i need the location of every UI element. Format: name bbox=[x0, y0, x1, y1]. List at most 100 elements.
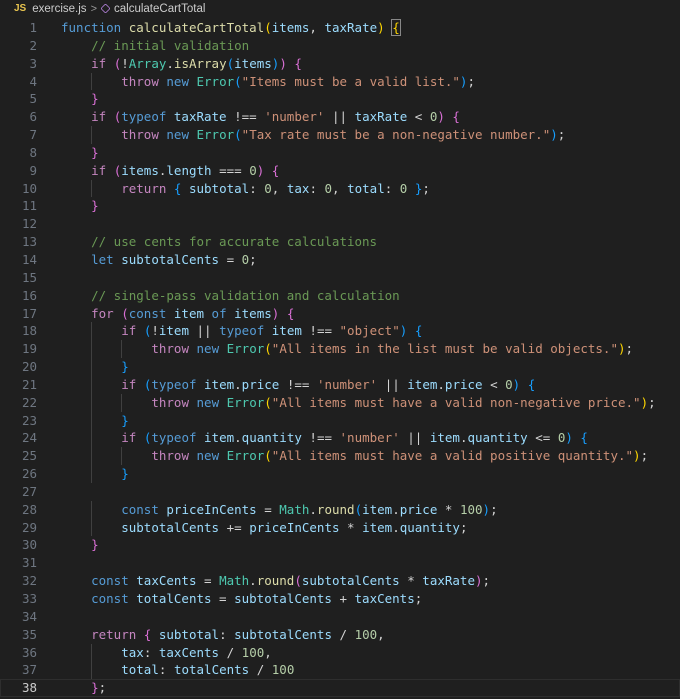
code-token: typeof bbox=[219, 323, 272, 339]
line-number[interactable]: 31 bbox=[0, 554, 37, 572]
code-line[interactable]: 17 for (const item of items) { bbox=[0, 305, 680, 323]
editor-text-area[interactable]: 1 function calculateCartTotal(items, taxR… bbox=[0, 19, 680, 699]
code-line[interactable]: 21 if (typeof item.price !== 'number' || … bbox=[0, 375, 680, 394]
code-line[interactable]: 35 return { subtotal: subtotalCents / 100… bbox=[0, 626, 680, 644]
code-token: if bbox=[91, 162, 114, 178]
line-number[interactable]: 14 bbox=[0, 251, 37, 269]
line-number[interactable]: 10 bbox=[0, 180, 37, 198]
line-number[interactable]: 18 bbox=[0, 322, 37, 340]
code-line[interactable]: 18 if (!item || typeof item !== "object")… bbox=[0, 322, 680, 341]
code-token: { bbox=[527, 376, 536, 392]
code-line[interactable]: 34 bbox=[0, 608, 680, 626]
line-number[interactable]: 2 bbox=[0, 37, 37, 55]
line-number[interactable]: 34 bbox=[0, 608, 37, 626]
line-number[interactable]: 3 bbox=[0, 55, 37, 73]
breadcrumb-symbol[interactable]: calculateCartTotal bbox=[114, 3, 205, 15]
line-number[interactable]: 6 bbox=[0, 108, 37, 126]
code-line[interactable]: 19 throw new Error("All items in the list… bbox=[0, 340, 680, 359]
code-line[interactable]: 28 const priceInCents = Math.round(item.p… bbox=[0, 500, 680, 519]
code-text: } bbox=[121, 412, 129, 430]
code-token: { bbox=[286, 305, 295, 321]
code-token: } bbox=[91, 537, 99, 553]
code-line[interactable]: 14 let subtotalCents = 0; bbox=[0, 251, 680, 269]
line-number[interactable]: 22 bbox=[0, 394, 37, 412]
line-number[interactable]: 27 bbox=[0, 483, 37, 501]
breadcrumb-file[interactable]: exercise.js bbox=[32, 3, 86, 15]
code-token: isArray bbox=[173, 55, 227, 71]
code-line[interactable]: 3 if (!Array.isArray(items)) { bbox=[0, 55, 680, 73]
code-line[interactable]: 38}; bbox=[0, 679, 680, 698]
code-line[interactable]: 27 bbox=[0, 483, 680, 501]
code-line[interactable]: 20} bbox=[0, 358, 680, 376]
code-line[interactable]: 31 bbox=[0, 554, 680, 572]
code-token: "All items in the list must be valid obj… bbox=[271, 341, 618, 357]
code-token: throw bbox=[121, 73, 167, 89]
line-number[interactable]: 16 bbox=[0, 287, 37, 305]
code-token: new bbox=[166, 127, 197, 143]
code-line[interactable]: 30} bbox=[0, 536, 680, 554]
code-line[interactable]: 2 // initial validation bbox=[0, 37, 680, 55]
line-number[interactable]: 33 bbox=[0, 590, 37, 608]
code-line[interactable]: 1 function calculateCartTotal(items, taxR… bbox=[0, 19, 680, 37]
code-line[interactable]: 6 if (typeof taxRate !== 'number' || taxR… bbox=[0, 108, 680, 126]
code-text: function calculateCartTotal(items, taxRa… bbox=[61, 19, 401, 37]
line-number[interactable]: 23 bbox=[0, 412, 37, 430]
line-number[interactable]: 17 bbox=[0, 305, 37, 323]
line-number[interactable]: 28 bbox=[0, 501, 37, 519]
line-number[interactable]: 21 bbox=[0, 376, 37, 394]
line-number[interactable]: 32 bbox=[0, 572, 37, 590]
line-number[interactable]: 29 bbox=[0, 519, 37, 537]
code-line[interactable]: 11} bbox=[0, 197, 680, 215]
line-number[interactable]: 38 bbox=[0, 679, 37, 697]
code-line[interactable]: 23} bbox=[0, 411, 680, 430]
line-number[interactable]: 12 bbox=[0, 215, 37, 233]
line-number[interactable]: 1 bbox=[0, 19, 37, 37]
line-number[interactable]: 13 bbox=[0, 233, 37, 251]
line-number[interactable]: 36 bbox=[0, 644, 37, 662]
code-line[interactable]: 26} bbox=[0, 465, 680, 483]
line-number[interactable]: 24 bbox=[0, 429, 37, 447]
code-line[interactable]: 33 const totalCents = subtotalCents + tax… bbox=[0, 590, 680, 608]
code-line[interactable]: 9 if (items.length === 0) { bbox=[0, 162, 680, 180]
line-number[interactable]: 37 bbox=[0, 661, 37, 679]
line-number[interactable]: 30 bbox=[0, 536, 37, 554]
code-line[interactable]: 32 const taxCents = Math.round(subtotalCe… bbox=[0, 572, 680, 590]
code-line[interactable]: 25 throw new Error("All items must have a… bbox=[0, 447, 680, 466]
code-token: . bbox=[437, 376, 445, 392]
code-token: priceInCents bbox=[166, 501, 257, 517]
code-line[interactable]: 7 throw new Error("Tax rate must be a non… bbox=[0, 126, 680, 144]
code-line[interactable]: 24 if (typeof item.quantity !== 'number' … bbox=[0, 429, 680, 448]
code-line[interactable]: 16 // single-pass validation and calculat… bbox=[0, 287, 680, 305]
code-line[interactable]: 37 total: totalCents / 100 bbox=[0, 661, 680, 680]
line-number[interactable]: 11 bbox=[0, 197, 37, 215]
code-line[interactable]: 8} bbox=[0, 144, 680, 162]
line-number[interactable]: 4 bbox=[0, 73, 37, 91]
line-number[interactable]: 15 bbox=[0, 269, 37, 287]
code-line[interactable]: 29 subtotalCents += priceInCents * item.q… bbox=[0, 518, 680, 537]
code-token: 100 bbox=[459, 501, 483, 517]
code-line[interactable]: 13 // use cents for accurate calculations bbox=[0, 233, 680, 251]
code-line[interactable]: 22 throw new Error("All items must have a… bbox=[0, 393, 680, 412]
code-token: ) bbox=[550, 127, 558, 143]
code-line[interactable]: 5} bbox=[0, 90, 680, 108]
code-line[interactable]: 4 throw new Error("Items must be a valid … bbox=[0, 72, 680, 91]
line-number[interactable]: 9 bbox=[0, 162, 37, 180]
code-line[interactable]: 12 bbox=[0, 215, 680, 233]
code-line[interactable]: 10 return { subtotal: 0, tax: 0, total: 0… bbox=[0, 179, 680, 198]
line-number[interactable]: 26 bbox=[0, 465, 37, 483]
code-token: ( bbox=[234, 127, 242, 143]
line-number[interactable]: 25 bbox=[0, 447, 37, 465]
code-line[interactable]: 36 tax: taxCents / 100, bbox=[0, 643, 680, 662]
code-token: * bbox=[339, 519, 363, 535]
code-token: total bbox=[347, 180, 385, 196]
line-number[interactable]: 20 bbox=[0, 358, 37, 376]
line-number[interactable]: 19 bbox=[0, 340, 37, 358]
line-number[interactable]: 7 bbox=[0, 126, 37, 144]
line-number[interactable]: 8 bbox=[0, 144, 37, 162]
code-token: <= bbox=[527, 430, 558, 446]
line-number[interactable]: 35 bbox=[0, 626, 37, 644]
line-number[interactable]: 5 bbox=[0, 90, 37, 108]
code-line[interactable]: 15 bbox=[0, 269, 680, 287]
code-token: = bbox=[196, 573, 220, 589]
code-token: : bbox=[158, 662, 174, 678]
